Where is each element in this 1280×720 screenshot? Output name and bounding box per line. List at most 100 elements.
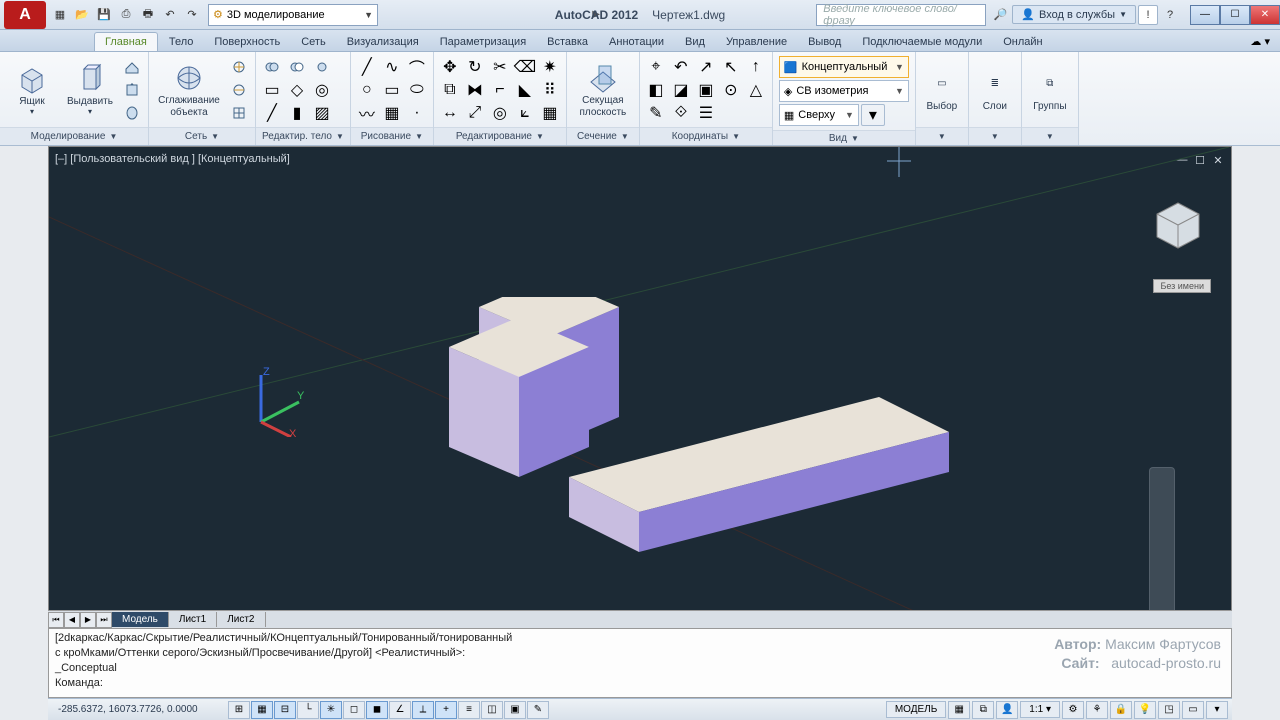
ucs-icon-icon[interactable]: ⟐ xyxy=(669,102,693,124)
extrude-button[interactable]: Выдавить▾ xyxy=(62,55,118,125)
annotation-scale[interactable]: 1:1 ▾ xyxy=(1020,701,1060,718)
panel-title-mesh[interactable]: Сеть▼ xyxy=(149,127,255,145)
app-menu-button[interactable]: A xyxy=(4,1,46,29)
ucs-x-icon[interactable]: ↗ xyxy=(694,56,718,78)
tab-last-icon[interactable]: ⏭ xyxy=(96,612,112,628)
view-manager-icon[interactable]: ▾ xyxy=(861,104,885,126)
sb-lock-icon[interactable]: 🔒 xyxy=(1110,701,1132,719)
qat-save-icon[interactable]: 💾 xyxy=(94,5,114,25)
sb-hw-icon[interactable]: 💡 xyxy=(1134,701,1156,719)
tab-view[interactable]: Вид xyxy=(675,33,715,51)
explode-icon[interactable]: ✷ xyxy=(538,56,562,78)
view-top-dropdown[interactable]: ▦ Сверху ▼ xyxy=(779,104,859,126)
tab-prev-icon[interactable]: ◀ xyxy=(64,612,80,628)
coordinates-readout[interactable]: -285.6372, 16073.7726, 0.0000 xyxy=(48,704,228,715)
tab-insert[interactable]: Вставка xyxy=(537,33,598,51)
tab-surface[interactable]: Поверхность xyxy=(204,33,290,51)
revolve-icon[interactable] xyxy=(120,102,144,124)
stretch-icon[interactable]: ↔ xyxy=(438,102,462,124)
tab-sheet1[interactable]: Лист1 xyxy=(169,612,217,627)
sb-infer-icon[interactable]: ⊞ xyxy=(228,701,250,719)
qat-saveas-icon[interactable]: ⎙ xyxy=(116,5,136,25)
close-button[interactable]: ✕ xyxy=(1250,5,1280,25)
ucs-man-icon[interactable]: ☰ xyxy=(694,102,718,124)
mesh-less-icon[interactable] xyxy=(227,79,251,101)
union-icon[interactable] xyxy=(260,56,284,78)
qat-print-icon[interactable]: 🖶 xyxy=(138,5,158,25)
smooth-button[interactable]: Сглаживание объекта xyxy=(153,55,225,125)
sb-dyn-icon[interactable]: + xyxy=(435,701,457,719)
sb-annoscale-icon[interactable]: ⚙ xyxy=(1062,701,1084,719)
offset-icon[interactable]: ◎ xyxy=(488,102,512,124)
tab-plugins[interactable]: Подключаемые модули xyxy=(852,33,992,51)
scale-icon[interactable]: ⤢ xyxy=(463,102,487,124)
sb-tpy-icon[interactable]: ◫ xyxy=(481,701,503,719)
qat-open-icon[interactable]: 📂 xyxy=(72,5,92,25)
tab-solid[interactable]: Тело xyxy=(159,33,204,51)
infocenter-icon[interactable]: 🔎 xyxy=(990,5,1010,25)
sb-snap-icon[interactable]: ▦ xyxy=(251,701,273,719)
panel-title-coords[interactable]: Координаты▼ xyxy=(640,127,772,145)
tab-home[interactable]: Главная xyxy=(94,32,158,51)
arrayrect-icon[interactable]: ▦ xyxy=(538,102,562,124)
sb-qp-icon[interactable]: ▣ xyxy=(504,701,526,719)
panel-title-modeling[interactable]: Моделирование▼ xyxy=(0,127,148,145)
tab-manage[interactable]: Управление xyxy=(716,33,797,51)
tab-render[interactable]: Визуализация xyxy=(337,33,429,51)
panel-title-solidedit[interactable]: Редактир. тело▼ xyxy=(256,127,350,145)
copy-icon[interactable]: ⧉ xyxy=(438,79,462,101)
line-icon[interactable]: ╱ xyxy=(355,56,379,78)
ucs-view-icon[interactable]: ▣ xyxy=(694,79,718,101)
qat-undo-icon[interactable]: ↶ xyxy=(160,5,180,25)
circle-icon[interactable]: ○ xyxy=(355,79,379,101)
trim-icon[interactable]: ✂ xyxy=(488,56,512,78)
space-toggle[interactable]: МОДЕЛЬ xyxy=(886,701,946,718)
taper-face-icon[interactable]: ◇ xyxy=(285,79,309,101)
ucs-3p-icon[interactable]: △ xyxy=(744,79,768,101)
sb-ws-icon[interactable]: ⚘ xyxy=(1086,701,1108,719)
signin-button[interactable]: 👤 Вход в службы ▼ xyxy=(1012,5,1136,24)
panel-title-modify[interactable]: Редактирование▼ xyxy=(434,127,566,145)
ucs-named-icon[interactable]: ✎ xyxy=(644,102,668,124)
ucs-prev-icon[interactable]: ↶ xyxy=(669,56,693,78)
sb-osnap-icon[interactable]: ◻ xyxy=(343,701,365,719)
panel-title-draw[interactable]: Рисование▼ xyxy=(351,127,433,145)
intersect-icon[interactable] xyxy=(310,56,334,78)
sb-clean-icon[interactable]: ▭ xyxy=(1182,701,1204,719)
sb-ducs-icon[interactable]: ⟂ xyxy=(412,701,434,719)
tab-sheet2[interactable]: Лист2 xyxy=(217,612,265,627)
tab-first-icon[interactable]: ⏮ xyxy=(48,612,64,628)
qat-redo-icon[interactable]: ↷ xyxy=(182,5,202,25)
imprint-icon[interactable]: ▨ xyxy=(310,102,334,124)
mesh-more-icon[interactable] xyxy=(227,56,251,78)
rectangle-icon[interactable]: ▭ xyxy=(380,79,404,101)
align3d-icon[interactable]: ⟀ xyxy=(513,102,537,124)
move-icon[interactable]: ✥ xyxy=(438,56,462,78)
tab-mesh[interactable]: Сеть xyxy=(291,33,335,51)
point-icon[interactable]: · xyxy=(405,102,429,124)
groups-button[interactable]: ⧉Группы xyxy=(1026,55,1074,125)
sb-otrack-icon[interactable]: ∠ xyxy=(389,701,411,719)
ucs-obj-icon[interactable]: ◪ xyxy=(669,79,693,101)
chamfer-icon[interactable]: ◣ xyxy=(513,79,537,101)
polyline-icon[interactable]: ∿ xyxy=(380,56,404,78)
ucs-world-icon[interactable]: ⌖ xyxy=(644,56,668,78)
mirror-icon[interactable]: ⧓ xyxy=(463,79,487,101)
ucs-face-icon[interactable]: ◧ xyxy=(644,79,668,101)
sb-user-icon[interactable]: 👤 xyxy=(996,701,1018,719)
tab-online[interactable]: Онлайн xyxy=(993,33,1052,51)
region-icon[interactable]: ▦ xyxy=(380,102,404,124)
shell-icon[interactable]: ◎ xyxy=(310,79,334,101)
ellipse-icon[interactable]: ⬭ xyxy=(405,79,429,101)
visual-style-dropdown[interactable]: 🟦 Концептуальный ▼ xyxy=(779,56,909,78)
sb-polar-icon[interactable]: ✳ xyxy=(320,701,342,719)
sb-qv-icon[interactable]: ⧉ xyxy=(972,701,994,719)
section-plane-button[interactable]: Секущая плоскость xyxy=(571,55,635,125)
sb-lwt-icon[interactable]: ≡ xyxy=(458,701,480,719)
command-line[interactable]: [2dкаркас/Каркас/Скрытие/Реалистичный/КО… xyxy=(48,628,1232,698)
sb-custom-icon[interactable]: ▾ xyxy=(1206,701,1228,719)
rotate-icon[interactable]: ↻ xyxy=(463,56,487,78)
qat-new-icon[interactable]: ▦ xyxy=(50,5,70,25)
ribbon-min-icon[interactable]: ☁ ▾ xyxy=(1240,32,1280,51)
array-icon[interactable]: ⠿ xyxy=(538,79,562,101)
